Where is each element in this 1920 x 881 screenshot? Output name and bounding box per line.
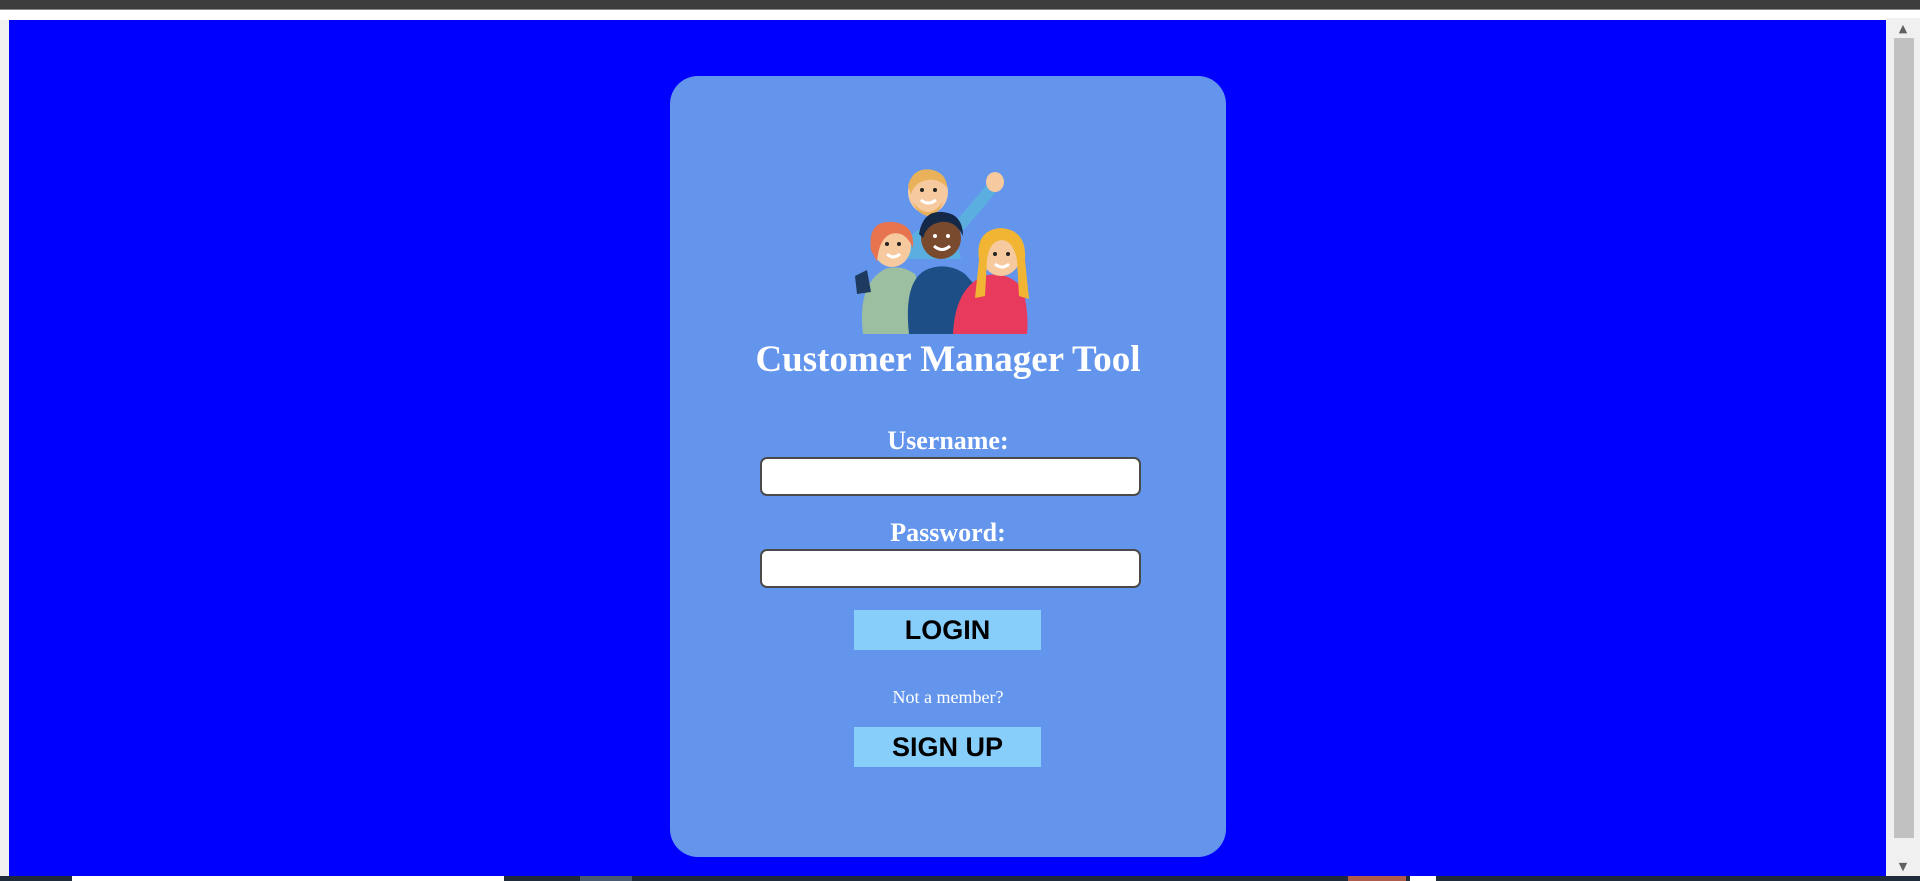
password-input[interactable] <box>760 549 1141 588</box>
taskbar <box>0 876 1920 881</box>
page-title: Customer Manager Tool <box>755 339 1141 380</box>
taskbar-search-box[interactable] <box>72 876 504 881</box>
member-prompt: Not a member? <box>892 687 1004 707</box>
login-card: Customer Manager Tool Username: Password… <box>670 76 1226 857</box>
browser-chrome-strip <box>0 10 1920 20</box>
password-label: Password: <box>890 518 1006 547</box>
chevron-up-icon[interactable]: ▲ <box>1886 18 1920 38</box>
page-viewport: Customer Manager Tool Username: Password… <box>9 20 1886 876</box>
login-button[interactable]: LOGIN <box>854 610 1041 650</box>
taskbar-app-item[interactable] <box>580 876 632 881</box>
people-group-illustration <box>855 169 1029 334</box>
chevron-down-icon[interactable]: ▼ <box>1886 856 1920 876</box>
vertical-scrollbar[interactable]: ▲ ▼ <box>1886 18 1920 876</box>
username-input[interactable] <box>760 457 1141 496</box>
username-label: Username: <box>887 426 1009 455</box>
taskbar-app-item[interactable] <box>1410 876 1436 881</box>
scrollbar-thumb[interactable] <box>1894 38 1914 838</box>
taskbar-app-item[interactable] <box>1348 876 1406 881</box>
window-top-bar <box>0 0 1920 10</box>
signup-button[interactable]: SIGN UP <box>854 727 1041 767</box>
